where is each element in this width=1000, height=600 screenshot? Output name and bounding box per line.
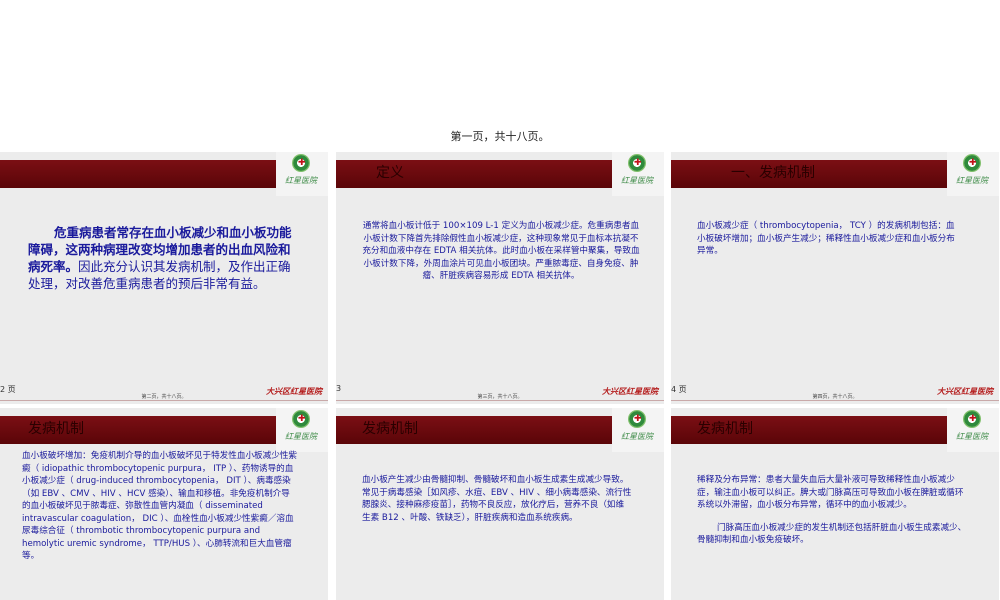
slide-body-text: 血小板破坏增加：免疫机制介导的血小板破坏见于特发性血小板减少性紫癜（ idiop… (22, 451, 298, 561)
logo-brand-text: 红星医院 (621, 176, 653, 185)
logo-brand-text: 红星医院 (956, 176, 988, 185)
slide-thumbnail-4[interactable]: 一、发病机制 ✚ 红星医院 血小板减少症（ thrombocytopenia， … (671, 152, 999, 404)
logo-box: ✚ 红星医院 (276, 408, 328, 452)
logo-box: ✚ 红星医院 (612, 408, 664, 452)
slide-body-text: 血小板产生减少由骨髓抑制、骨髓破坏和血小板生成素生成减少导致。常见于病毒感染［如… (362, 475, 632, 523)
hospital-logo: ✚ 红星医院 (955, 154, 989, 194)
hospital-logo: ✚ 红星医院 (620, 410, 654, 450)
slide-title: 发病机制 (697, 421, 753, 437)
logo-brand-text: 红星医院 (621, 432, 653, 441)
hospital-logo: ✚ 红星医院 (284, 154, 318, 194)
logo-box: ✚ 红星医院 (612, 152, 664, 196)
logo-box: ✚ 红星医院 (947, 408, 999, 452)
slide-body-text-2: 门脉高压血小板减少症的发生机制还包括肝脏血小板生成素减少、骨髓抑制和血小板免疫破… (697, 522, 967, 546)
slide-thumbnail-3[interactable]: 定义 ✚ 红星医院 通常将血小板计低于 100×109 L-1 定义为血小板减少… (336, 152, 664, 404)
slide-body-text: 通常将血小板计低于 100×109 L-1 定义为血小板减少症。危重病患者血小板… (362, 221, 640, 281)
logo-brand-text: 红星医院 (956, 432, 988, 441)
cross-icon: ✚ (634, 158, 642, 168)
slide-thumbnail-6[interactable]: 发病机制 ✚ 红星医院 血小板产生减少由骨髓抑制、骨髓破坏和血小板生成素生成减少… (336, 408, 664, 600)
slide-thumbnail-5[interactable]: 发病机制 ✚ 红星医院 血小板破坏增加：免疫机制介导的血小板破坏见于特发性血小板… (0, 408, 328, 600)
slide-body-text: 稀释及分布异常：患者大量失血后大量补液可导致稀释性血小板减少症，输注血小板可以纠… (697, 475, 964, 510)
slide-thumbnail-2[interactable]: ✚ 红星医院 危重病患者常存在血小板减少和血小板功能障碍，这两种病理改变均增加患… (0, 152, 328, 404)
footer-divider (336, 400, 664, 401)
cross-icon: ✚ (298, 414, 306, 424)
page-label: 第一页，共十八页。 (450, 130, 550, 143)
slide-footer-brand: 大兴区红星医院 (266, 386, 322, 396)
slide-title: 发病机制 (362, 421, 418, 437)
slide-body-text: 血小板减少症（ thrombocytopenia， TCY ）的发病机制包括：血… (697, 221, 955, 256)
hospital-logo: ✚ 红星医院 (284, 410, 318, 450)
hospital-logo: ✚ 红星医院 (955, 410, 989, 450)
slide-title: 一、发病机制 (731, 165, 815, 181)
slide-footer-brand: 大兴区红星医院 (937, 386, 993, 396)
slide-page-number: 3 (336, 384, 342, 393)
logo-box: ✚ 红星医院 (947, 152, 999, 196)
slide-title: 定义 (376, 165, 404, 181)
cross-icon: ✚ (298, 158, 306, 168)
slide-body: 稀释及分布异常：患者大量失血后大量补液可导致稀释性血小板减少症，输注血小板可以纠… (697, 474, 967, 547)
footer-divider (0, 400, 328, 401)
footer-divider (671, 400, 999, 401)
cross-icon: ✚ (969, 158, 977, 168)
slide-body: 危重病患者常存在血小板减少和血小板功能障碍，这两种病理改变均增加患者的出血风险和… (28, 224, 292, 292)
slide-footer-brand: 大兴区红星医院 (602, 386, 658, 396)
slide-title: 发病机制 (28, 421, 84, 437)
hospital-logo: ✚ 红星医院 (620, 154, 654, 194)
logo-brand-text: 红星医院 (285, 176, 317, 185)
logo-brand-text: 红星医院 (285, 432, 317, 441)
cross-icon: ✚ (969, 414, 977, 424)
logo-box: ✚ 红星医院 (276, 152, 328, 196)
slide-thumbnail-7[interactable]: 发病机制 ✚ 红星医院 稀释及分布异常：患者大量失血后大量补液可导致稀释性血小板… (671, 408, 999, 600)
cross-icon: ✚ (634, 414, 642, 424)
